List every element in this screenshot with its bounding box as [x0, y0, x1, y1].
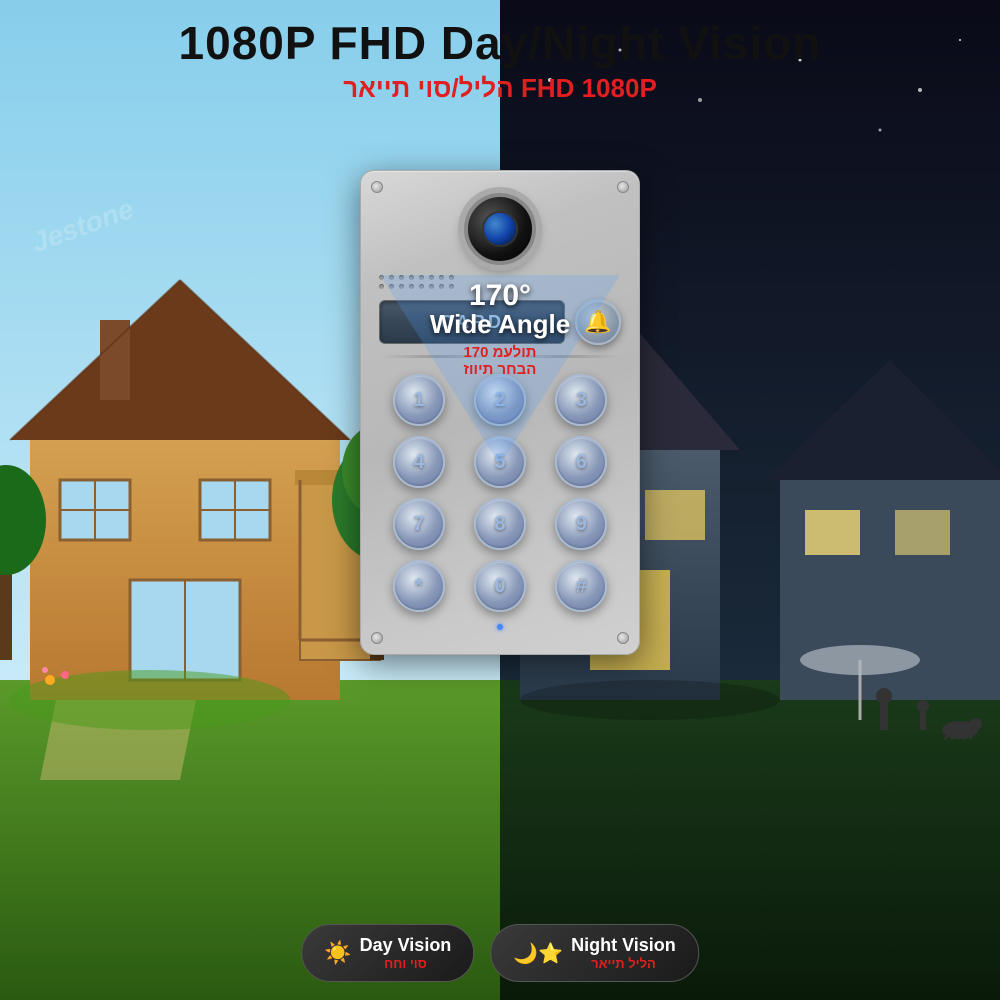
- camera-lens: [464, 193, 536, 265]
- card-row: CARD 🔔: [379, 299, 621, 345]
- key-8[interactable]: 8: [474, 498, 526, 550]
- key-1[interactable]: 1: [393, 374, 445, 426]
- day-vision-text: Day Vision סוי וחח: [360, 935, 452, 971]
- night-vision-text: Night Vision הליל תייאר: [571, 935, 676, 971]
- key-*[interactable]: *: [393, 560, 445, 612]
- day-vision-label-hebrew: סוי וחח: [360, 956, 452, 971]
- intercom-device: CARD 🔔 123 456 789 * 0 #: [360, 170, 640, 655]
- speaker-dot: [419, 284, 424, 289]
- page-title-hebrew: הליל/סוי תייאר FHD 1080P: [0, 73, 1000, 104]
- speaker-dots: [379, 275, 621, 289]
- screw-top-right: [617, 181, 629, 193]
- bell-button[interactable]: 🔔: [575, 299, 621, 345]
- section-divider: [379, 355, 621, 358]
- led-indicator: [497, 624, 503, 630]
- screw-bottom-left: [371, 632, 383, 644]
- speaker-dot: [429, 284, 434, 289]
- speaker-dot: [439, 284, 444, 289]
- speaker-dot: [399, 284, 404, 289]
- key-#[interactable]: #: [555, 560, 607, 612]
- night-vision-label-hebrew: הליל תייאר: [571, 956, 676, 971]
- bottom-badges: ☀️ Day Vision סוי וחח 🌙⭐ Night Vision הל…: [301, 924, 699, 982]
- speaker-dot: [389, 275, 394, 280]
- screw-bottom-right: [617, 632, 629, 644]
- keypad: 123 456 789 * 0 #: [379, 366, 621, 620]
- night-vision-label: Night Vision: [571, 935, 676, 956]
- speaker-dot: [389, 284, 394, 289]
- key-6[interactable]: 6: [555, 436, 607, 488]
- speaker-dot: [399, 275, 404, 280]
- speaker-dot: [439, 275, 444, 280]
- key-7[interactable]: 7: [393, 498, 445, 550]
- moon-star-icon: 🌙⭐: [513, 941, 563, 966]
- speaker-dot: [449, 275, 454, 280]
- key-2[interactable]: 2: [474, 374, 526, 426]
- speaker-dot: [429, 275, 434, 280]
- key-0[interactable]: 0: [474, 560, 526, 612]
- key-3[interactable]: 3: [555, 374, 607, 426]
- card-reader-label: CARD: [440, 312, 504, 333]
- night-vision-badge: 🌙⭐ Night Vision הליל תייאר: [490, 924, 698, 982]
- speaker-dot: [409, 284, 414, 289]
- day-vision-label: Day Vision: [360, 935, 452, 956]
- key-4[interactable]: 4: [393, 436, 445, 488]
- day-vision-badge: ☀️ Day Vision סוי וחח: [301, 924, 474, 982]
- camera-section: [379, 187, 621, 265]
- screw-top-left: [371, 181, 383, 193]
- sun-icon: ☀️: [324, 940, 351, 966]
- device-wrapper: CARD 🔔 123 456 789 * 0 #: [360, 170, 640, 655]
- speaker-dot: [409, 275, 414, 280]
- speaker-dot: [419, 275, 424, 280]
- page-title: 1080P FHD Day/Night Vision: [0, 18, 1000, 69]
- key-9[interactable]: 9: [555, 498, 607, 550]
- bell-icon: 🔔: [584, 309, 611, 335]
- speaker-dot: [449, 284, 454, 289]
- camera-inner-lens: [482, 211, 518, 247]
- card-reader[interactable]: CARD: [379, 300, 565, 344]
- speaker-dot: [379, 284, 384, 289]
- header: 1080P FHD Day/Night Vision הליל/סוי תייא…: [0, 0, 1000, 104]
- key-5[interactable]: 5: [474, 436, 526, 488]
- speaker-dot: [379, 275, 384, 280]
